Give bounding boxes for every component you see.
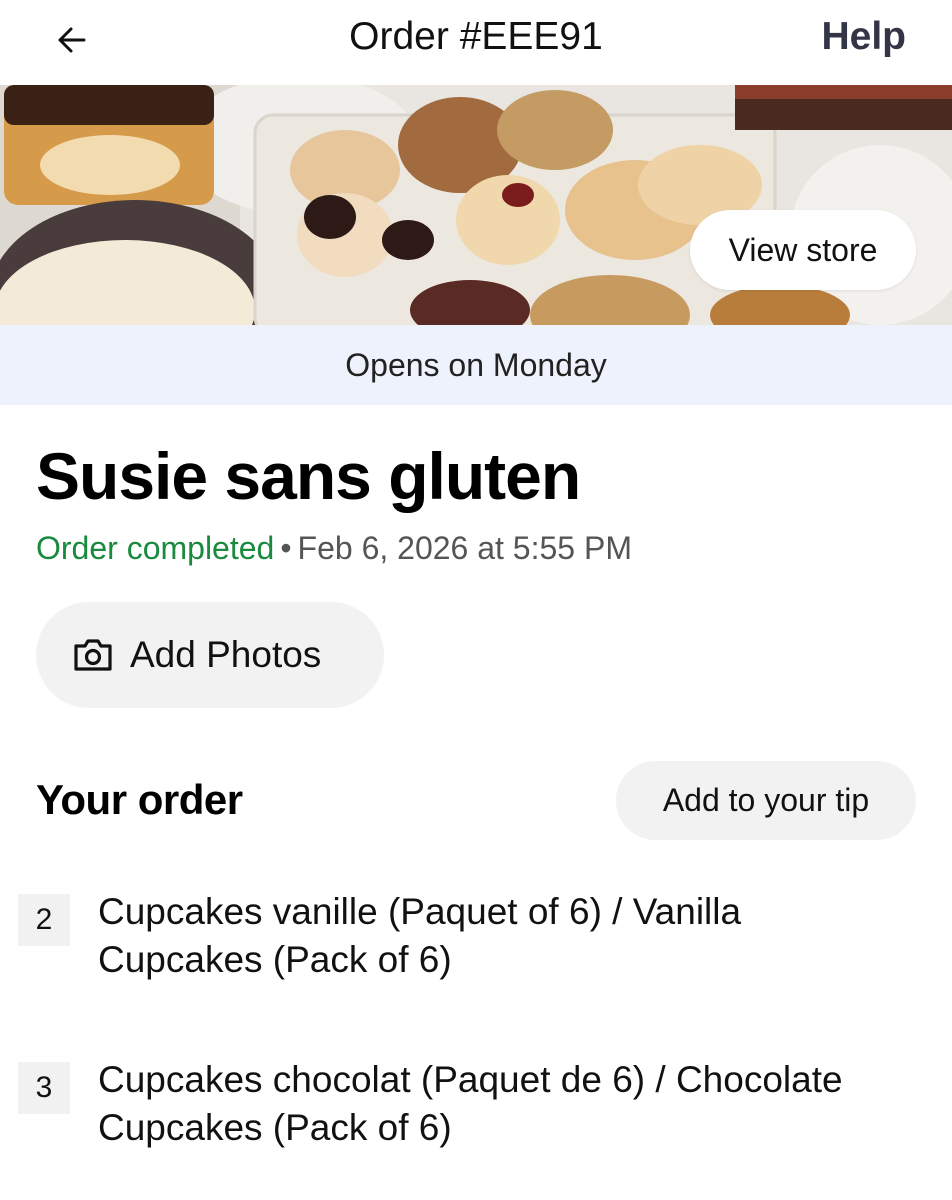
- store-name: Susie sans gluten: [36, 439, 581, 513]
- item-quantity: 3: [18, 1062, 70, 1114]
- add-photos-label: Add Photos: [130, 634, 322, 675]
- order-status: Order completed: [36, 530, 275, 566]
- item-name: Cupcakes chocolat (Paquet de 6) / Chocol…: [98, 1059, 843, 1148]
- store-banner-image: View store: [0, 85, 952, 325]
- item-quantity: 2: [18, 894, 70, 946]
- page-title: Order #EEE91: [349, 15, 603, 58]
- camera-icon: [72, 634, 114, 676]
- top-bar: Order #EEE91 Help: [0, 0, 952, 85]
- order-date: Feb 6, 2026 at 5:55 PM: [297, 530, 632, 566]
- order-status-line: Order completed • Feb 6, 2026 at 5:55 PM: [36, 530, 632, 567]
- add-photos-button[interactable]: Add Photos: [36, 602, 384, 708]
- separator-dot: •: [280, 530, 292, 566]
- view-store-button[interactable]: View store: [690, 210, 916, 290]
- item-name: Cupcakes vanille (Paquet of 6) / Vanilla…: [98, 891, 742, 980]
- your-order-heading: Your order: [36, 776, 243, 823]
- add-tip-button[interactable]: Add to your tip: [616, 761, 916, 840]
- store-hours-notice: Opens on Monday: [0, 325, 952, 405]
- help-link[interactable]: Help: [821, 14, 906, 60]
